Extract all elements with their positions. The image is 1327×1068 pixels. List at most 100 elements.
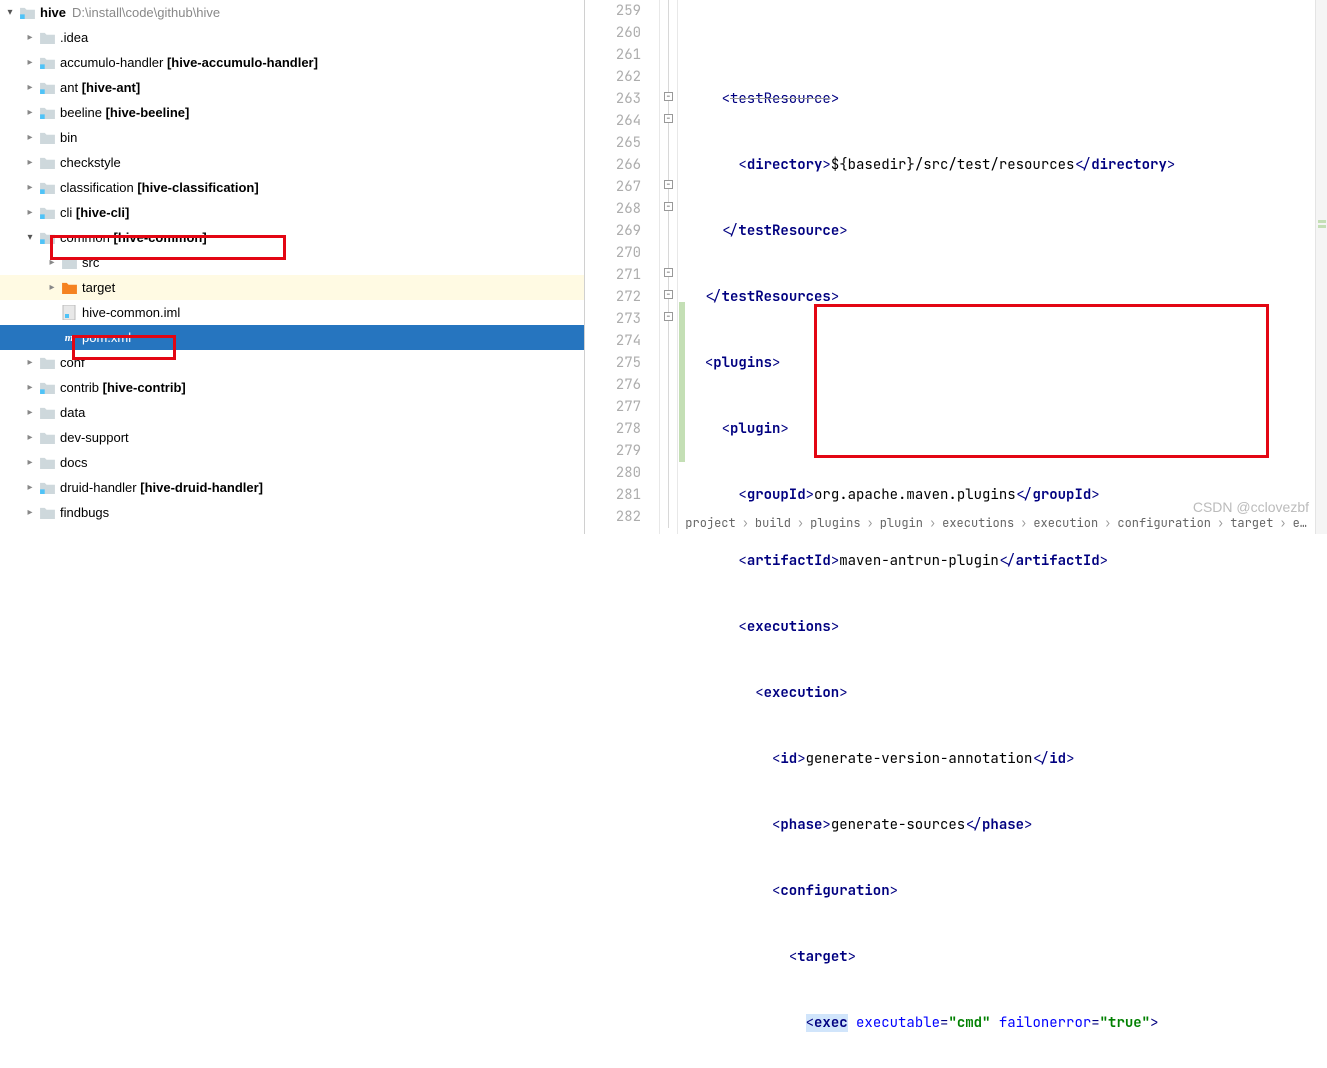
- folder-icon: [60, 255, 78, 271]
- folder-icon: [38, 455, 56, 471]
- tree-cli[interactable]: ▸ cli [hive-cli]: [0, 200, 584, 225]
- code-line: </testResource>: [688, 220, 1327, 242]
- tree-label: ant [hive-ant]: [60, 80, 140, 95]
- fold-minus-icon[interactable]: −: [664, 114, 673, 123]
- folder-icon: [38, 30, 56, 46]
- chevron-right-icon[interactable]: ▸: [44, 257, 60, 268]
- fold-minus-icon[interactable]: −: [664, 268, 673, 277]
- tree-label: hiveD:\install\code\github\hive: [40, 5, 220, 20]
- chevron-right-icon[interactable]: ▸: [22, 432, 38, 443]
- tree-label: classification [hive-classification]: [60, 180, 259, 195]
- code-line: <plugin>: [688, 418, 1327, 440]
- code-line: <directory>${basedir}/src/test/resources…: [688, 154, 1327, 176]
- chevron-right-icon[interactable]: ▸: [22, 407, 38, 418]
- fold-gutter[interactable]: − − − − − − −: [660, 0, 678, 534]
- chevron-right-icon[interactable]: ▸: [22, 207, 38, 218]
- tree-label: bin: [60, 130, 77, 145]
- fold-minus-icon[interactable]: −: [664, 202, 673, 211]
- project-tree-panel[interactable]: ▾ hiveD:\install\code\github\hive ▸ .ide…: [0, 0, 585, 534]
- folder-icon: [38, 430, 56, 446]
- tree-classification[interactable]: ▸ classification [hive-classification]: [0, 175, 584, 200]
- folder-icon: [38, 155, 56, 171]
- tree-label: .idea: [60, 30, 88, 45]
- fold-minus-icon[interactable]: −: [664, 290, 673, 299]
- chevron-down-icon[interactable]: ▾: [2, 7, 18, 18]
- chevron-right-icon[interactable]: ▸: [44, 282, 60, 293]
- tree-findbugs[interactable]: ▸ findbugs: [0, 500, 584, 525]
- watermark-text: CSDN @cclovezbf: [1193, 496, 1309, 518]
- excluded-folder-icon: [60, 280, 78, 296]
- code-editor[interactable]: 2592602612622632642652662672682692702712…: [585, 0, 1327, 534]
- chevron-down-icon[interactable]: ▾: [22, 232, 38, 243]
- tree-label: conf: [60, 355, 85, 370]
- tree-label: target: [82, 280, 115, 295]
- folder-icon: [38, 405, 56, 421]
- tree-target[interactable]: ▸ target: [0, 275, 584, 300]
- fold-minus-icon[interactable]: −: [664, 92, 673, 101]
- tree-label: docs: [60, 455, 87, 470]
- line-number-gutter: 2592602612622632642652662672682692702712…: [585, 0, 660, 534]
- tree-accumulo[interactable]: ▸ accumulo-handler [hive-accumulo-handle…: [0, 50, 584, 75]
- tree-pom[interactable]: m pom.xml: [0, 325, 584, 350]
- tree-label: dev-support: [60, 430, 129, 445]
- code-line: <id>generate-version-annotation</id>: [688, 748, 1327, 770]
- tree-docs[interactable]: ▸ docs: [0, 450, 584, 475]
- tree-checkstyle[interactable]: ▸ checkstyle: [0, 150, 584, 175]
- tree-iml[interactable]: hive-common.iml: [0, 300, 584, 325]
- chevron-right-icon[interactable]: ▸: [22, 132, 38, 143]
- module-folder-icon: [38, 205, 56, 221]
- scrollbar-markers[interactable]: [1315, 0, 1327, 534]
- tree-label: data: [60, 405, 85, 420]
- chevron-right-icon[interactable]: ▸: [22, 107, 38, 118]
- tree-label: src: [82, 255, 99, 270]
- code-line: <execution>: [688, 682, 1327, 704]
- chevron-right-icon[interactable]: ▸: [22, 82, 38, 93]
- tree-src[interactable]: ▸ src: [0, 250, 584, 275]
- chevron-right-icon[interactable]: ▸: [22, 57, 38, 68]
- fold-minus-icon[interactable]: −: [664, 312, 673, 321]
- chevron-right-icon[interactable]: ▸: [22, 457, 38, 468]
- code-line: <artifactId>maven-antrun-plugin</artifac…: [688, 550, 1327, 572]
- code-line: <configuration>: [688, 880, 1327, 902]
- chevron-right-icon[interactable]: ▸: [22, 357, 38, 368]
- chevron-right-icon[interactable]: ▸: [22, 182, 38, 193]
- chevron-right-icon[interactable]: ▸: [22, 507, 38, 518]
- chevron-right-icon[interactable]: ▸: [22, 157, 38, 168]
- tree-idea[interactable]: ▸ .idea: [0, 25, 584, 50]
- iml-file-icon: [60, 305, 78, 321]
- tree-conf[interactable]: ▸ conf: [0, 350, 584, 375]
- change-gutter: [678, 0, 688, 534]
- tree-druid[interactable]: ▸ druid-handler [hive-druid-handler]: [0, 475, 584, 500]
- tree-label: contrib [hive-contrib]: [60, 380, 186, 395]
- tree-contrib[interactable]: ▸ contrib [hive-contrib]: [0, 375, 584, 400]
- module-folder-icon: [38, 230, 56, 246]
- tree-devsupport[interactable]: ▸ dev-support: [0, 425, 584, 450]
- chevron-right-icon[interactable]: ▸: [22, 32, 38, 43]
- module-folder-icon: [38, 380, 56, 396]
- tree-common[interactable]: ▾ common [hive-common]: [0, 225, 584, 250]
- tree-label: cli [hive-cli]: [60, 205, 129, 220]
- tree-ant[interactable]: ▸ ant [hive-ant]: [0, 75, 584, 100]
- module-folder-icon: [18, 5, 36, 21]
- folder-icon: [38, 130, 56, 146]
- code-line: <plugins>: [688, 352, 1327, 374]
- fold-minus-icon[interactable]: −: [664, 180, 673, 189]
- code-line: </testResources>: [688, 286, 1327, 308]
- module-folder-icon: [38, 180, 56, 196]
- tree-label: checkstyle: [60, 155, 121, 170]
- tree-label: hive-common.iml: [82, 305, 180, 320]
- tree-label: pom.xml: [82, 330, 131, 345]
- tree-bin[interactable]: ▸ bin: [0, 125, 584, 150]
- folder-icon: [38, 355, 56, 371]
- tree-root[interactable]: ▾ hiveD:\install\code\github\hive: [0, 0, 584, 25]
- tree-data[interactable]: ▸ data: [0, 400, 584, 425]
- code-line: <executions>: [688, 616, 1327, 638]
- code-line: <target>: [688, 946, 1327, 968]
- code-line: <testResource>: [688, 88, 1327, 110]
- chevron-right-icon[interactable]: ▸: [22, 382, 38, 393]
- tree-label: common [hive-common]: [60, 230, 207, 245]
- tree-beeline[interactable]: ▸ beeline [hive-beeline]: [0, 100, 584, 125]
- code-content[interactable]: <testResource> <directory>${basedir}/src…: [688, 0, 1327, 534]
- chevron-right-icon[interactable]: ▸: [22, 482, 38, 493]
- tree-label: beeline [hive-beeline]: [60, 105, 189, 120]
